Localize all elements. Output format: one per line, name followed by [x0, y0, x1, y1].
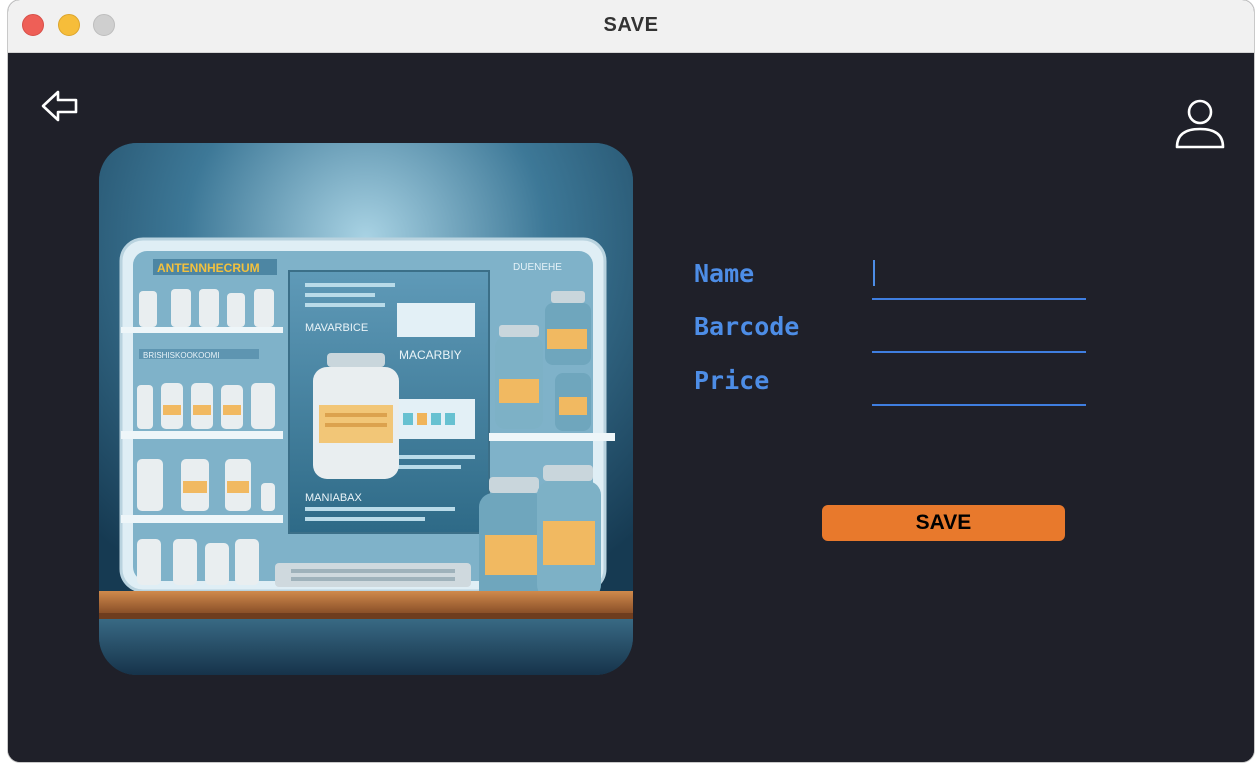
screen-text-3: MANIABAX	[305, 492, 363, 504]
arrow-left-icon	[41, 90, 78, 122]
name-input[interactable]	[872, 270, 1086, 300]
main-content: ANTENNHECRUM DUENEHE MAVARBICE MACARBIY …	[8, 53, 1254, 762]
sign-right-text: DUENEHE	[513, 262, 562, 273]
price-label: Price	[694, 366, 770, 395]
save-button[interactable]: SAVE	[822, 505, 1065, 541]
barcode-input[interactable]	[872, 323, 1086, 353]
title-bar: SAVE	[8, 0, 1254, 53]
text-cursor	[873, 260, 875, 286]
screen-text-1: MAVARBICE	[305, 322, 368, 334]
pharmacy-illustration: ANTENNHECRUM DUENEHE MAVARBICE MACARBIY …	[99, 143, 633, 675]
user-profile-button[interactable]	[1172, 97, 1228, 153]
name-label: Name	[694, 259, 755, 288]
user-profile-icon	[1175, 99, 1225, 149]
price-input[interactable]	[872, 376, 1086, 406]
back-button[interactable]	[40, 89, 80, 123]
app-window: SAVE ANTENNHECRUM DUENEHE MAVARBICE MACA…	[8, 0, 1254, 762]
sign-left-text: ANTENNHECRUM	[157, 261, 260, 275]
shelf-label: BRISHISKOOKOOMI	[143, 351, 219, 360]
window-title: SAVE	[603, 14, 659, 36]
screen-text-2: MACARBIY	[399, 348, 462, 362]
barcode-label: Barcode	[694, 312, 800, 341]
